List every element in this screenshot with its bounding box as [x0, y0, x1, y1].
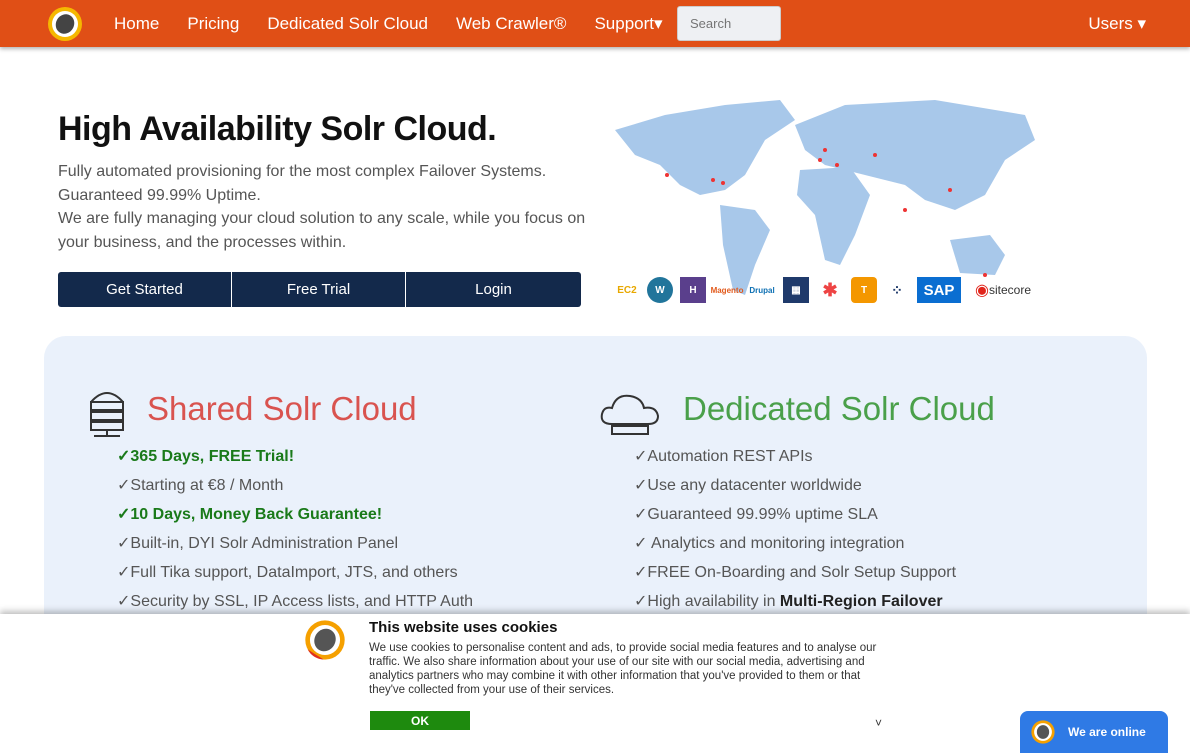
top-navbar: Home Pricing Dedicated Solr Cloud Web Cr…	[0, 0, 1190, 47]
nav-web-crawler[interactable]: Web Crawler®	[456, 14, 566, 34]
shared-solr-cloud-title: Shared Solr Cloud	[147, 390, 417, 427]
nav-dedicated-solr-cloud[interactable]: Dedicated Solr Cloud	[267, 14, 428, 34]
nav-home[interactable]: Home	[114, 14, 159, 34]
page-title: High Availability Solr Cloud.	[58, 110, 497, 148]
integration-logos: EC2 W H Magento Drupal ▦ ✱ T ⁘ SAP ◉ site…	[614, 277, 1038, 303]
sitecore-logo: ◉ sitecore	[975, 282, 1031, 299]
feature-item: ✓FREE On-Boarding and Solr Setup Support	[634, 564, 957, 581]
hero-description: Fully automated provisioning for the mos…	[58, 160, 588, 254]
hero-line: Guaranteed 99.99% Uptime.	[58, 186, 261, 204]
typo3-logo: T	[851, 277, 877, 303]
users-dropdown[interactable]: Users ▾	[1088, 14, 1146, 34]
nav-support-dropdown[interactable]: Support▾	[594, 14, 662, 34]
nav-pricing[interactable]: Pricing	[187, 14, 239, 34]
feature-item: ✓Full Tika support, DataImport, JTS, and…	[117, 564, 458, 581]
cookie-ok-button[interactable]: OK	[370, 711, 470, 730]
chat-label: We are online	[1068, 725, 1146, 739]
cookie-banner: This website uses cookies We use cookies…	[0, 614, 1190, 753]
feature-item: ✓10 Days, Money Back Guarantee!	[117, 506, 383, 523]
feature-item: ✓365 Days, FREE Trial!	[117, 448, 295, 465]
feature-item: ✓Use any datacenter worldwide	[634, 477, 862, 494]
feature-item: ✓Starting at €8 / Month	[117, 477, 284, 494]
magento-logo: Magento	[710, 285, 744, 295]
cookie-text: We use cookies to personalise content an…	[369, 642, 877, 696]
feature-text: ✓High availability in	[634, 593, 780, 610]
feature-item: ✓Guaranteed 99.99% uptime SLA	[634, 506, 878, 523]
server-icon	[90, 392, 124, 437]
feature-item: ✓Built-in, DYI Solr Administration Panel	[117, 535, 399, 552]
hero-line: Fully automated provisioning for the mos…	[58, 163, 547, 180]
feature-item: ✓ Analytics and monitoring integration	[634, 535, 905, 552]
opensolr-logo	[1031, 720, 1055, 744]
login-button[interactable]: Login	[406, 272, 581, 307]
feature-bold-text: Multi-Region Failover	[779, 593, 943, 610]
drupal-logo: Drupal	[749, 285, 775, 295]
heroku-logo: H	[680, 277, 706, 303]
chat-widget-button[interactable]: We are online	[1020, 711, 1168, 753]
ec2-logo: EC2	[617, 284, 637, 296]
free-trial-button[interactable]: Free Trial	[232, 272, 406, 307]
wordpress-logo: W	[647, 277, 673, 303]
feature-item: ✓Automation REST APIs	[634, 448, 813, 465]
cookie-title: This website uses cookies	[369, 619, 558, 636]
dedicated-solr-cloud-title: Dedicated Solr Cloud	[683, 390, 995, 427]
chevron-down-icon[interactable]: ˅	[875, 716, 882, 730]
cloud-server-icon	[600, 394, 660, 435]
opensolr-logo	[305, 620, 345, 660]
sap-logo: SAP	[917, 277, 961, 303]
opensolr-logo[interactable]	[46, 6, 84, 42]
hero-line: We are fully managing your cloud solutio…	[58, 210, 586, 251]
dots-logo: ⁘	[891, 281, 903, 298]
joomla-logo: ✱	[822, 279, 838, 300]
search-input[interactable]	[677, 6, 781, 41]
grid-logo: ▦	[783, 277, 809, 303]
get-started-button[interactable]: Get Started	[58, 272, 232, 307]
